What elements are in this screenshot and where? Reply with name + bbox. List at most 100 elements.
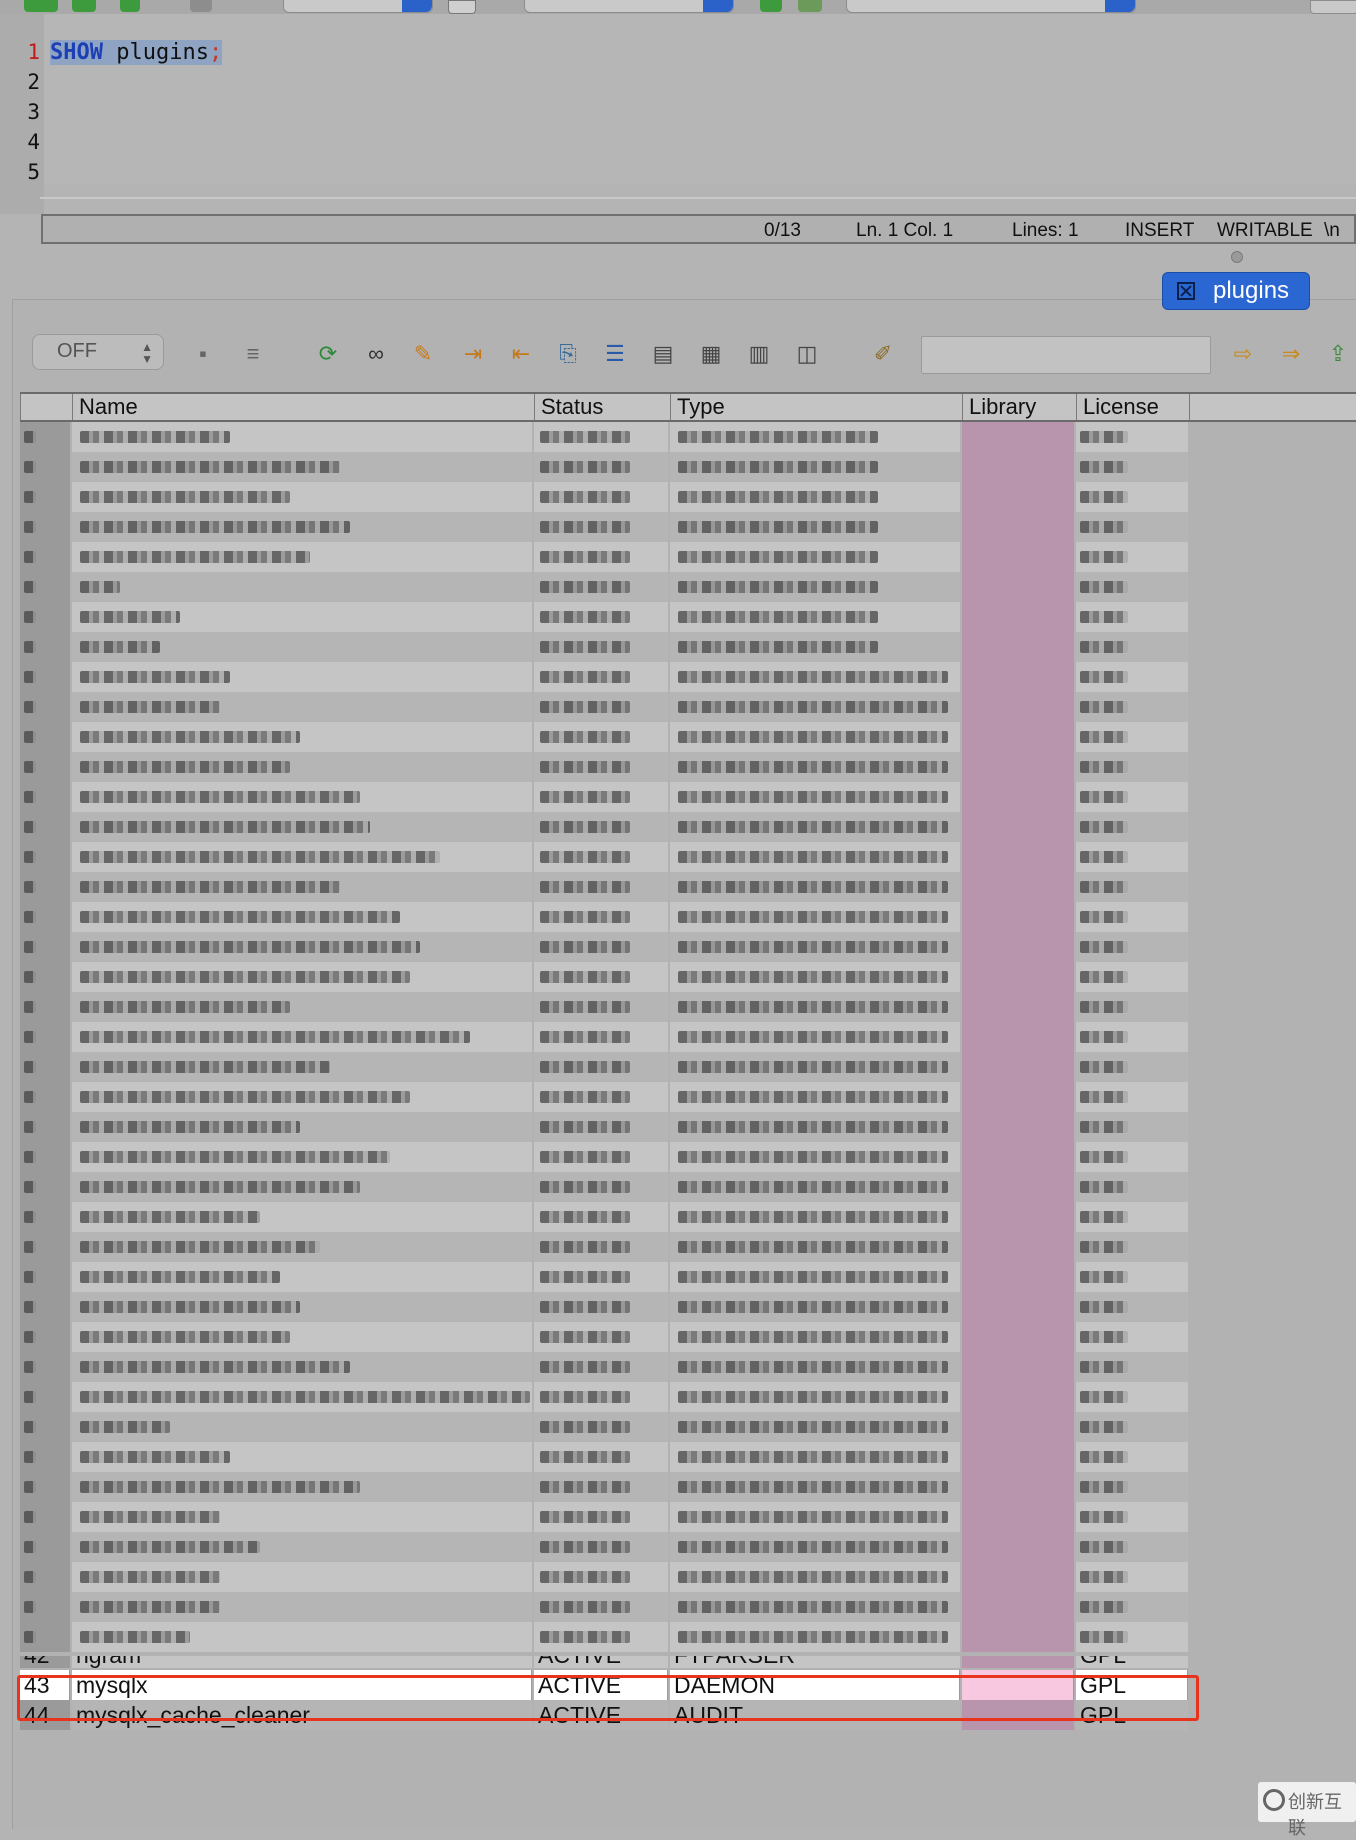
library-cell[interactable] bbox=[962, 902, 1074, 932]
table-row[interactable] bbox=[20, 452, 1188, 482]
table-row[interactable] bbox=[20, 1142, 1188, 1172]
column-header-status[interactable]: Status bbox=[534, 394, 670, 420]
license-cell[interactable] bbox=[1076, 782, 1188, 812]
status-cell[interactable] bbox=[534, 1202, 668, 1232]
splitter-handle[interactable] bbox=[1231, 251, 1243, 263]
column-header-license[interactable]: License bbox=[1076, 394, 1190, 420]
type-cell[interactable] bbox=[670, 992, 960, 1022]
name-cell[interactable] bbox=[72, 1142, 532, 1172]
tab-plugins[interactable]: plugins bbox=[1162, 272, 1310, 310]
name-cell[interactable] bbox=[72, 1022, 532, 1052]
table-row[interactable] bbox=[20, 932, 1188, 962]
result-grid[interactable]: Name Status Type Library License 42 ngram… bbox=[20, 392, 1356, 1742]
type-cell[interactable] bbox=[670, 782, 960, 812]
status-cell[interactable] bbox=[534, 482, 668, 512]
row-limit-select[interactable]: OFF ▲ ▼ bbox=[32, 334, 164, 370]
type-cell[interactable] bbox=[670, 1532, 960, 1562]
name-cell[interactable] bbox=[72, 1082, 532, 1112]
table-row[interactable] bbox=[20, 1112, 1188, 1142]
name-cell[interactable] bbox=[72, 782, 532, 812]
status-cell[interactable] bbox=[534, 1412, 668, 1442]
library-cell[interactable] bbox=[962, 872, 1074, 902]
table-row[interactable] bbox=[20, 1232, 1188, 1262]
execute-icon[interactable] bbox=[24, 0, 58, 12]
library-cell[interactable] bbox=[962, 992, 1074, 1022]
type-cell[interactable] bbox=[670, 812, 960, 842]
type-cell[interactable] bbox=[670, 1082, 960, 1112]
license-cell[interactable] bbox=[1076, 1292, 1188, 1322]
type-cell[interactable] bbox=[670, 1052, 960, 1082]
export-icon[interactable]: ⇪ bbox=[1323, 340, 1353, 368]
license-cell[interactable] bbox=[1076, 422, 1188, 452]
name-cell[interactable] bbox=[72, 1532, 532, 1562]
library-cell[interactable] bbox=[962, 1142, 1074, 1172]
library-cell[interactable] bbox=[962, 812, 1074, 842]
name-cell[interactable] bbox=[72, 662, 532, 692]
status-cell[interactable] bbox=[534, 632, 668, 662]
status-cell[interactable] bbox=[534, 572, 668, 602]
library-cell[interactable] bbox=[962, 932, 1074, 962]
table-row[interactable] bbox=[20, 542, 1188, 572]
status-cell[interactable] bbox=[534, 992, 668, 1022]
status-cell[interactable] bbox=[534, 1082, 668, 1112]
license-cell[interactable] bbox=[1076, 512, 1188, 542]
type-cell[interactable] bbox=[670, 1352, 960, 1382]
columns-icon[interactable]: ☰ bbox=[600, 340, 630, 368]
license-cell[interactable] bbox=[1076, 962, 1188, 992]
license-cell[interactable] bbox=[1076, 1232, 1188, 1262]
table-row[interactable] bbox=[20, 1622, 1188, 1652]
name-cell[interactable] bbox=[72, 902, 532, 932]
license-cell[interactable] bbox=[1076, 692, 1188, 722]
license-cell[interactable] bbox=[1076, 1442, 1188, 1472]
compare-icon[interactable]: ◫ bbox=[792, 340, 822, 368]
table-row[interactable] bbox=[20, 842, 1188, 872]
table-row[interactable] bbox=[20, 1202, 1188, 1232]
type-cell[interactable] bbox=[670, 512, 960, 542]
table-row[interactable] bbox=[20, 512, 1188, 542]
table-icon[interactable]: ▤ bbox=[648, 340, 678, 368]
table-row[interactable] bbox=[20, 422, 1188, 452]
name-cell[interactable] bbox=[72, 632, 532, 662]
library-cell[interactable] bbox=[962, 1472, 1074, 1502]
name-cell[interactable] bbox=[72, 1502, 532, 1532]
license-cell[interactable] bbox=[1076, 632, 1188, 662]
license-cell[interactable] bbox=[1076, 1052, 1188, 1082]
name-cell[interactable] bbox=[72, 752, 532, 782]
type-cell[interactable] bbox=[670, 752, 960, 782]
status-cell[interactable] bbox=[534, 1502, 668, 1532]
type-cell[interactable] bbox=[670, 1592, 960, 1622]
type-cell[interactable] bbox=[670, 1382, 960, 1412]
library-cell[interactable] bbox=[962, 1382, 1074, 1412]
type-cell[interactable] bbox=[670, 632, 960, 662]
library-cell[interactable] bbox=[962, 1262, 1074, 1292]
table-row[interactable] bbox=[20, 1082, 1188, 1112]
save-icon[interactable]: ▪ bbox=[188, 340, 218, 368]
status-cell[interactable] bbox=[534, 512, 668, 542]
license-cell[interactable] bbox=[1076, 842, 1188, 872]
type-cell[interactable] bbox=[670, 1502, 960, 1532]
library-cell[interactable] bbox=[962, 1172, 1074, 1202]
license-cell[interactable] bbox=[1076, 1172, 1188, 1202]
name-cell[interactable] bbox=[72, 692, 532, 722]
type-cell[interactable] bbox=[670, 932, 960, 962]
table-row[interactable] bbox=[20, 1262, 1188, 1292]
library-cell[interactable] bbox=[962, 1352, 1074, 1382]
status-cell[interactable] bbox=[534, 542, 668, 572]
brush-icon[interactable]: ✐ bbox=[868, 340, 898, 368]
library-cell[interactable] bbox=[962, 572, 1074, 602]
table-row[interactable] bbox=[20, 722, 1188, 752]
library-cell[interactable] bbox=[962, 1442, 1074, 1472]
library-cell[interactable] bbox=[962, 1052, 1074, 1082]
name-cell[interactable] bbox=[72, 722, 532, 752]
license-cell[interactable] bbox=[1076, 752, 1188, 782]
name-cell[interactable] bbox=[72, 1472, 532, 1502]
license-cell[interactable] bbox=[1076, 992, 1188, 1022]
status-cell[interactable] bbox=[534, 1472, 668, 1502]
status-cell[interactable] bbox=[534, 1022, 668, 1052]
table-row[interactable] bbox=[20, 1382, 1188, 1412]
library-cell[interactable] bbox=[962, 662, 1074, 692]
library-cell[interactable] bbox=[962, 962, 1074, 992]
library-cell[interactable] bbox=[962, 1112, 1074, 1142]
status-cell[interactable] bbox=[534, 902, 668, 932]
library-cell[interactable] bbox=[962, 512, 1074, 542]
